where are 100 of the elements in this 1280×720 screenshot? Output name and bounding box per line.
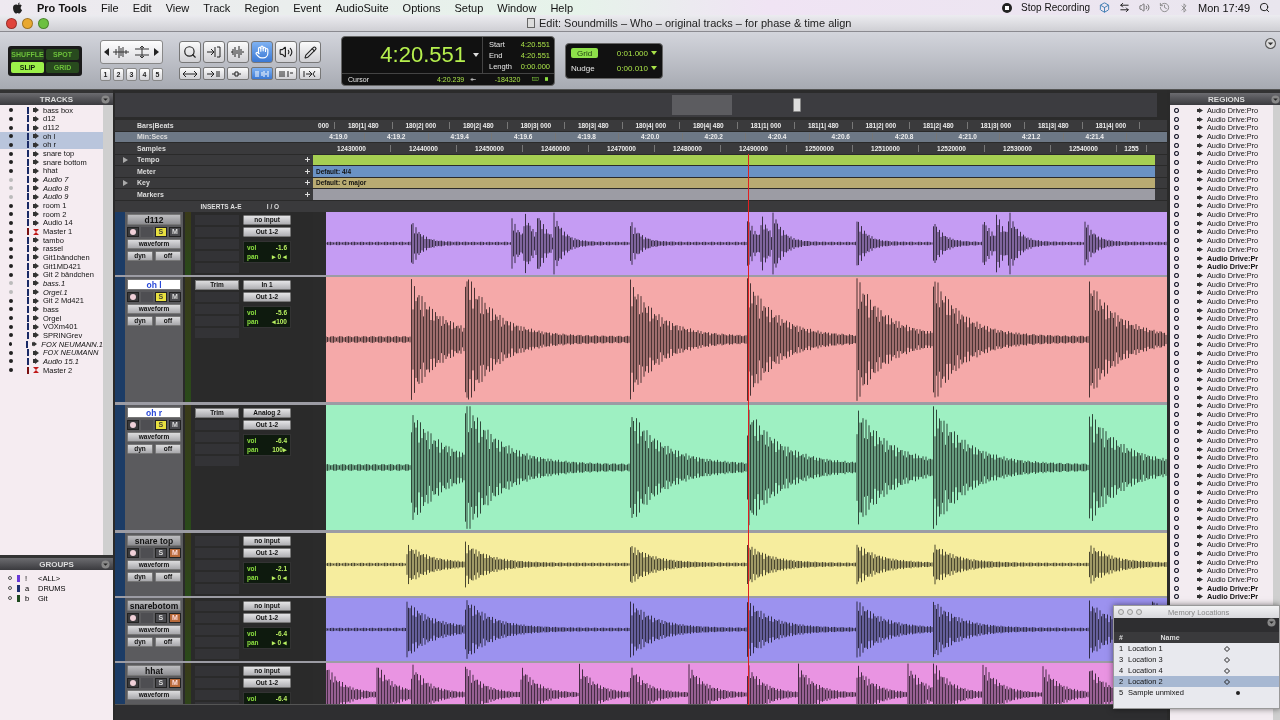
track-name-button[interactable]: snarebotom — [127, 599, 181, 611]
menu-item[interactable]: Event — [293, 1, 322, 14]
track-name-button[interactable]: oh r — [127, 406, 181, 418]
visibility-dot[interactable] — [9, 212, 13, 217]
input-monitor-button[interactable] — [141, 677, 153, 688]
menu-item[interactable]: AudioSuite — [335, 1, 389, 14]
status-item[interactable]: Stop Recording — [1021, 2, 1090, 13]
toggle-button[interactable] — [203, 67, 225, 80]
visibility-dot[interactable] — [9, 324, 13, 329]
nudge-value[interactable]: 0:00.010 — [616, 63, 648, 73]
menu-item[interactable]: Options — [402, 1, 441, 14]
input-monitor-button[interactable] — [141, 419, 153, 430]
visibility-dot[interactable] — [9, 229, 13, 234]
input-monitor-button[interactable] — [141, 612, 153, 623]
grid-button[interactable]: Grid — [571, 48, 599, 59]
visibility-dot[interactable] — [9, 177, 13, 182]
record-button[interactable] — [127, 547, 140, 558]
caret-icon[interactable] — [473, 52, 479, 57]
plus-icon[interactable] — [305, 168, 310, 174]
expand-icon[interactable] — [123, 179, 128, 186]
caret-icon[interactable] — [651, 66, 657, 71]
toggle-button[interactable] — [299, 67, 321, 80]
waveform-zoom-icon[interactable] — [112, 45, 130, 59]
toggle-button[interactable] — [179, 67, 201, 80]
visibility-dot[interactable] — [9, 264, 13, 269]
plus-icon[interactable] — [305, 157, 310, 163]
visibility-dot[interactable] — [9, 125, 13, 130]
menu-item[interactable]: File — [100, 1, 119, 14]
tool-button[interactable] — [275, 41, 297, 63]
toggle-button[interactable] — [251, 67, 273, 80]
visibility-dot[interactable] — [9, 333, 13, 338]
visibility-dot[interactable] — [9, 203, 13, 208]
arrows-icon[interactable] — [1119, 2, 1130, 13]
caret-icon[interactable] — [651, 51, 657, 56]
menu-item[interactable]: Edit — [132, 1, 152, 14]
visibility-dot[interactable] — [9, 316, 13, 321]
record-button[interactable] — [127, 612, 140, 623]
menu-item[interactable]: Window — [497, 1, 537, 14]
visibility-dot[interactable] — [9, 134, 13, 139]
left-arrow-icon[interactable] — [104, 48, 109, 56]
tool-button[interactable] — [179, 41, 201, 63]
search-icon[interactable] — [1259, 2, 1270, 13]
visibility-dot[interactable] — [9, 160, 13, 165]
plus-icon[interactable] — [305, 180, 310, 186]
menu-item[interactable]: View — [165, 1, 190, 14]
menu-item[interactable]: Region — [244, 1, 280, 14]
visibility-dot[interactable] — [9, 194, 13, 199]
box-icon[interactable] — [1099, 2, 1110, 13]
toggle-button[interactable] — [227, 67, 249, 80]
record-button[interactable] — [127, 226, 140, 237]
toggle-button[interactable] — [275, 67, 297, 80]
visibility-dot[interactable] — [9, 168, 13, 173]
track-name-button[interactable]: d112 — [127, 213, 181, 225]
visibility-dot[interactable] — [9, 246, 13, 251]
record-button[interactable] — [127, 677, 140, 688]
plus-icon[interactable] — [305, 191, 310, 197]
input-monitor-button[interactable] — [141, 291, 153, 302]
visibility-dot[interactable] — [9, 151, 13, 156]
visibility-dot[interactable] — [9, 272, 13, 277]
visibility-dot[interactable] — [9, 368, 13, 372]
visibility-dot[interactable] — [9, 298, 13, 303]
tool-button[interactable] — [299, 41, 321, 63]
visibility-dot[interactable] — [9, 342, 13, 347]
visibility-dot[interactable] — [9, 117, 13, 121]
dropdown-icon[interactable] — [1267, 618, 1276, 627]
menu-item[interactable]: Track — [203, 1, 231, 14]
menu-item[interactable]: Help — [550, 1, 573, 14]
visibility-dot[interactable] — [9, 220, 13, 225]
expand-icon[interactable] — [123, 156, 128, 163]
dropdown-icon[interactable] — [1265, 38, 1276, 49]
track-zoom-icon[interactable] — [133, 45, 151, 59]
app-menu[interactable]: Pro Tools — [37, 1, 87, 14]
record-button[interactable] — [127, 291, 140, 302]
visibility-dot[interactable] — [9, 281, 13, 286]
overview-handle[interactable] — [793, 98, 801, 112]
history-icon[interactable] — [1159, 2, 1170, 13]
stop-icon[interactable] — [1002, 2, 1013, 13]
apple-icon[interactable] — [12, 1, 23, 14]
record-button[interactable] — [127, 419, 140, 430]
grid-value[interactable]: 0:01.000 — [616, 48, 648, 58]
bluetooth-icon[interactable] — [1179, 2, 1189, 13]
visibility-dot[interactable] — [9, 142, 13, 147]
input-monitor-button[interactable] — [141, 226, 153, 237]
track-name-button[interactable]: snare top — [127, 534, 181, 546]
visibility-dot[interactable] — [9, 359, 13, 364]
visibility-dot[interactable] — [9, 186, 13, 191]
track-name-button[interactable]: oh l — [127, 278, 181, 290]
visibility-dot[interactable] — [9, 108, 13, 113]
track-name-button[interactable]: hhat — [127, 664, 181, 676]
visibility-dot[interactable] — [9, 350, 13, 355]
horizontal-scrollbar[interactable] — [115, 704, 1167, 720]
visibility-dot[interactable] — [9, 307, 13, 312]
visibility-dot[interactable] — [9, 255, 13, 260]
menu-clock[interactable]: Mon 17:49 — [1198, 1, 1250, 14]
volume-icon[interactable] — [1139, 2, 1150, 13]
input-monitor-button[interactable] — [141, 547, 153, 558]
menu-item[interactable]: Setup — [454, 1, 484, 14]
visibility-dot[interactable] — [9, 290, 13, 295]
visibility-dot[interactable] — [9, 238, 13, 243]
right-arrow-icon[interactable] — [154, 48, 159, 56]
